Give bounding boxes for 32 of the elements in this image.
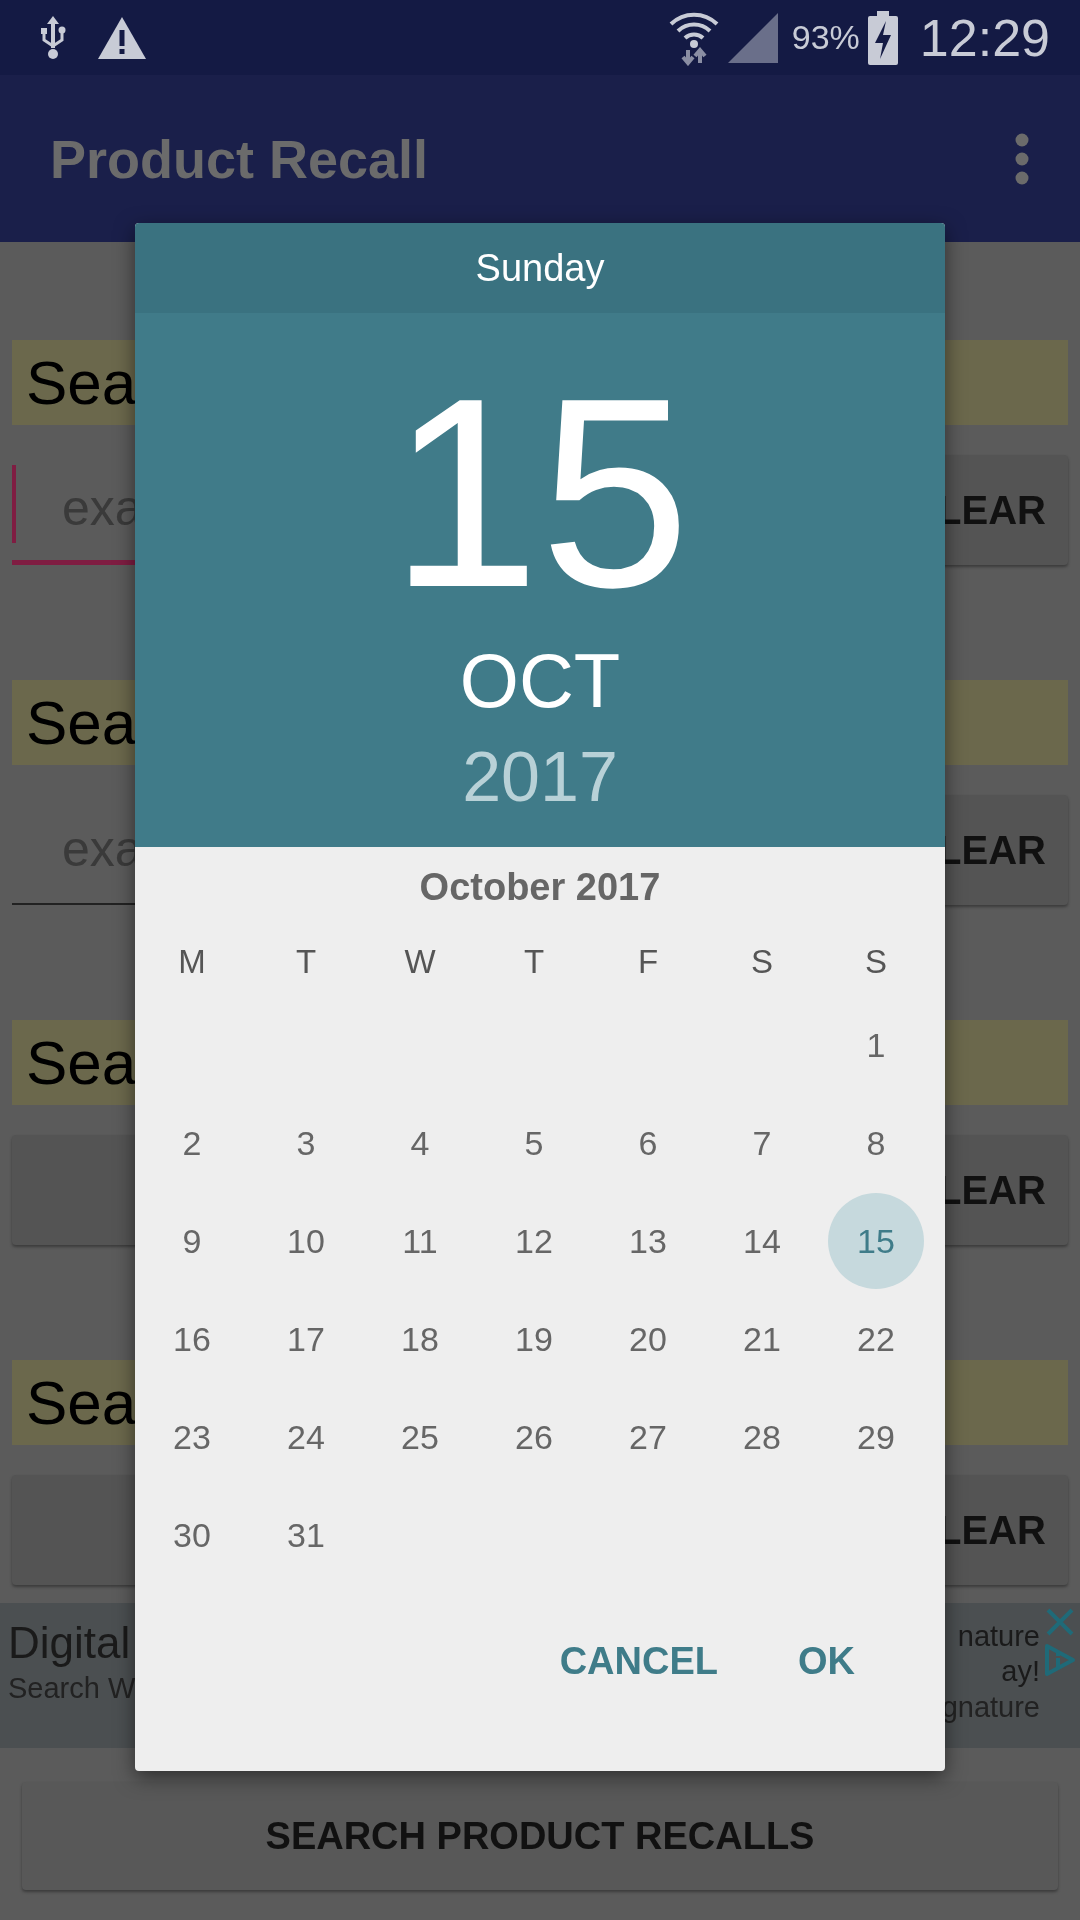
clock-time: 12:29: [919, 7, 1050, 68]
weekday-label: W: [403, 941, 437, 982]
warning-icon: [98, 16, 146, 59]
calendar-day[interactable]: 9: [144, 1193, 240, 1289]
calendar-day[interactable]: 14: [714, 1193, 810, 1289]
ad-info-icon[interactable]: [1044, 1643, 1076, 1677]
battery-charging-icon: [867, 10, 898, 65]
calendar-day[interactable]: 31: [258, 1487, 354, 1583]
weekday-label: S: [864, 941, 888, 982]
signal-icon: [727, 12, 778, 63]
weekday-label: S: [750, 941, 774, 982]
weekday-label: M: [177, 941, 207, 982]
search-product-recalls-button[interactable]: SEARCH PRODUCT RECALLS: [22, 1782, 1058, 1890]
ok-button[interactable]: OK: [778, 1630, 875, 1693]
weekday-label: T: [294, 941, 318, 982]
calendar-day[interactable]: 11: [372, 1193, 468, 1289]
month-title: October 2017: [418, 864, 662, 910]
calendar-day[interactable]: 10: [258, 1193, 354, 1289]
calendar-day[interactable]: 12: [486, 1193, 582, 1289]
calendar-day[interactable]: 30: [144, 1487, 240, 1583]
weekday-label: F: [636, 941, 660, 982]
ad-text: ay!: [1001, 1654, 1040, 1690]
more-options-icon[interactable]: [1014, 132, 1030, 185]
close-icon[interactable]: [1045, 1607, 1075, 1637]
app-title: Product Recall: [50, 127, 429, 190]
usb-icon: [38, 15, 68, 60]
cancel-button[interactable]: CANCEL: [539, 1630, 738, 1693]
calendar-day[interactable]: 15: [828, 1193, 924, 1289]
selected-weekday: Sunday: [135, 223, 945, 313]
battery-percentage: 93%: [791, 18, 860, 57]
weekday-label: T: [522, 941, 546, 982]
calendar-day[interactable]: 13: [600, 1193, 696, 1289]
